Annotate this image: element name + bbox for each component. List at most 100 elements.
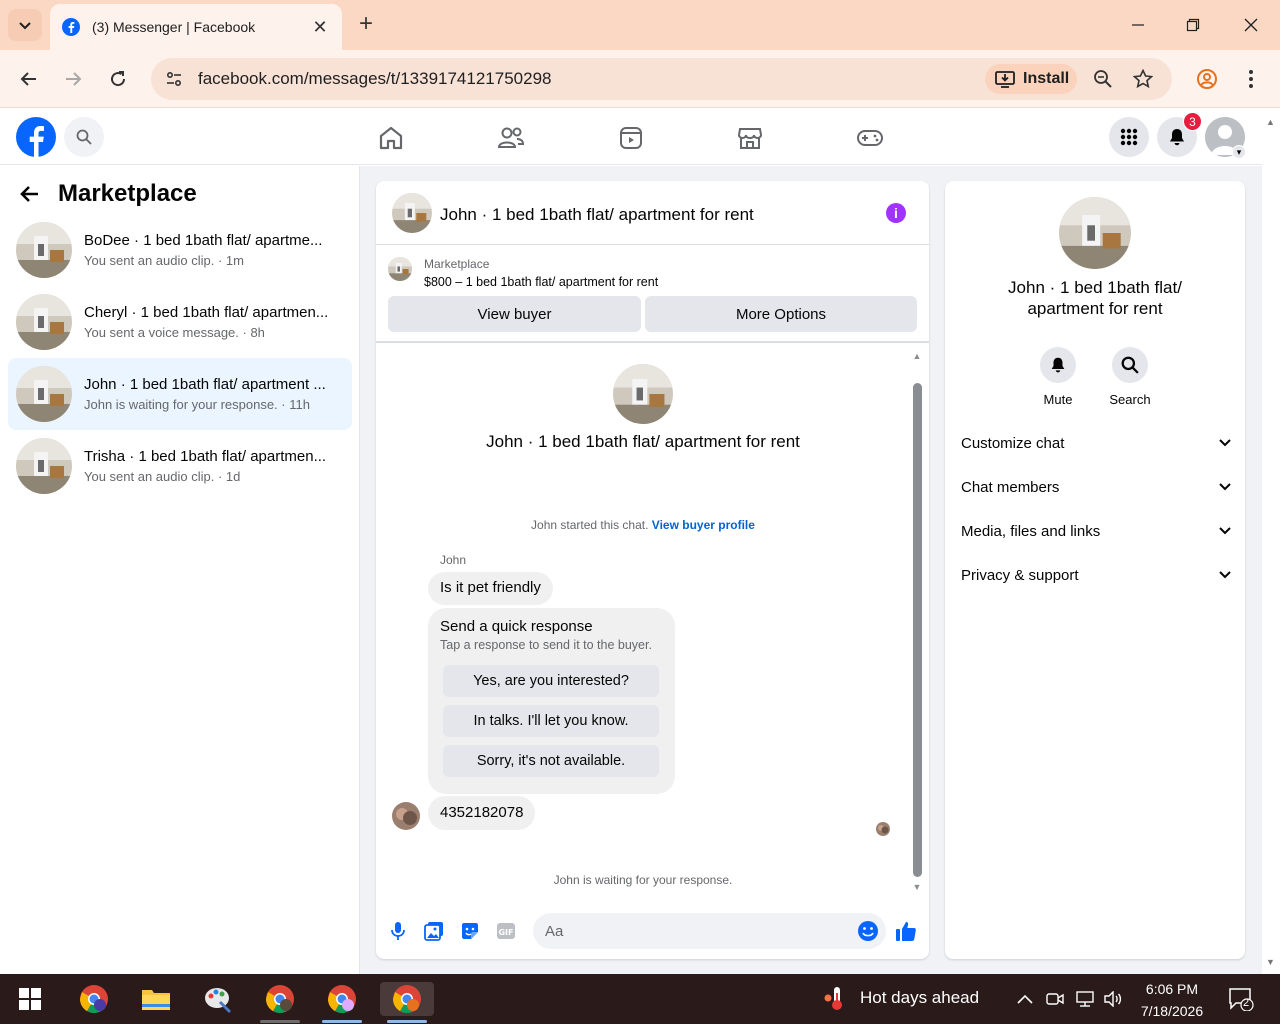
section-label: Customize chat <box>961 434 1065 452</box>
message-bubble[interactable]: Is it pet friendly <box>428 572 553 605</box>
address-bar[interactable]: facebook.com/messages/t/1339174121750298… <box>151 58 1172 100</box>
conversation-item[interactable]: Cheryl · 1 bed 1bath flat/ apartmen... Y… <box>8 286 352 358</box>
privacy-support-section[interactable]: Privacy & support <box>961 561 1231 589</box>
conversation-item[interactable]: Trisha · 1 bed 1bath flat/ apartmen... Y… <box>8 430 352 502</box>
quick-response-yes-button[interactable]: Yes, are you interested? <box>443 665 659 697</box>
folder-icon <box>142 990 170 1010</box>
back-arrow-icon[interactable] <box>20 185 40 203</box>
nav-marketplace[interactable] <box>735 123 765 153</box>
gif-button[interactable]: GIF <box>494 919 518 943</box>
friends-icon <box>497 127 525 148</box>
restore-button[interactable] <box>1178 10 1208 40</box>
taskbar-chrome-1[interactable] <box>74 982 114 1016</box>
reload-icon <box>111 71 126 87</box>
conversation-item[interactable]: BoDee · 1 bed 1bath flat/ apartme... You… <box>8 214 352 286</box>
thumbs-up-icon <box>896 922 916 941</box>
scroll-up-icon[interactable]: ▲ <box>911 351 923 361</box>
chevron-down-icon <box>1219 571 1231 579</box>
message-bubble[interactable]: 4352182078 <box>428 796 536 830</box>
conversation-snippet: You sent an audio clip. · 1d <box>84 469 241 484</box>
install-app-button[interactable]: Install <box>985 64 1077 94</box>
page-scrollbar[interactable]: ▲ ▼ <box>1262 109 1280 974</box>
notification-center-button[interactable]: 2 <box>1228 987 1254 1012</box>
clock-time: 6:06 PM <box>1145 981 1199 997</box>
tab-search-button[interactable] <box>8 9 42 41</box>
scroll-down-icon[interactable]: ▼ <box>1266 957 1275 967</box>
tab-close-icon[interactable]: ✕ <box>310 17 330 38</box>
site-settings-icon[interactable] <box>163 68 185 90</box>
taskbar-chrome-active[interactable] <box>380 982 434 1016</box>
attach-photo-button[interactable] <box>422 919 446 943</box>
taskbar-paint[interactable] <box>198 982 238 1016</box>
nav-gaming[interactable] <box>855 123 885 153</box>
network-tray-icon[interactable] <box>1074 988 1096 1010</box>
facebook-header: 3 ▾ <box>0 109 1262 165</box>
taskbar-chrome-2[interactable] <box>260 982 300 1016</box>
view-buyer-button[interactable]: View buyer <box>388 296 641 332</box>
customize-chat-section[interactable]: Customize chat <box>961 429 1231 457</box>
chrome-icon <box>328 985 356 1013</box>
taskbar-clock[interactable]: 6:06 PM 7/18/2026 <box>1130 978 1214 1022</box>
media-files-links-section[interactable]: Media, files and links <box>961 517 1231 545</box>
weather-widget[interactable]: Hot days ahead <box>822 984 979 1012</box>
bookmark-star-icon[interactable] <box>1132 68 1154 90</box>
arrow-left-icon <box>20 72 36 86</box>
volume-tray-icon[interactable] <box>1102 988 1124 1010</box>
chat-scrollbar-thumb[interactable] <box>913 383 922 877</box>
view-buyer-profile-link[interactable]: View buyer profile <box>652 518 755 532</box>
sticker-button[interactable] <box>458 919 482 943</box>
sender-avatar[interactable] <box>392 802 420 830</box>
camera-icon <box>1046 993 1064 1005</box>
scroll-up-icon[interactable]: ▲ <box>1266 117 1275 127</box>
mute-button[interactable]: Mute <box>1023 347 1093 407</box>
notification-count: 2 <box>1243 997 1250 1009</box>
chat-header-avatar[interactable] <box>392 193 432 233</box>
more-options-button[interactable]: More Options <box>645 296 917 332</box>
forward-button[interactable] <box>58 64 88 94</box>
close-window-button[interactable] <box>1236 10 1266 40</box>
video-icon <box>620 127 642 149</box>
zoom-icon[interactable] <box>1092 68 1114 90</box>
camera-tray-icon[interactable] <box>1044 988 1066 1010</box>
install-icon <box>995 71 1015 88</box>
quick-response-in-talks-button[interactable]: In talks. I'll let you know. <box>443 705 659 737</box>
nav-watch[interactable] <box>616 123 646 153</box>
menu-grid-button[interactable] <box>1109 117 1149 157</box>
emoji-button[interactable] <box>857 920 879 942</box>
started-text: John started this chat. <box>531 518 649 532</box>
new-tab-button[interactable]: + <box>354 12 378 36</box>
taskbar-file-explorer[interactable] <box>136 982 176 1016</box>
quick-response-not-available-button[interactable]: Sorry, it's not available. <box>443 745 659 777</box>
search-in-conversation-button[interactable]: Search <box>1095 347 1165 407</box>
facebook-logo-icon[interactable] <box>16 117 56 157</box>
section-label: Chat members <box>961 478 1060 496</box>
profile-menu-button[interactable] <box>1192 64 1222 94</box>
chevron-down-icon[interactable]: ▾ <box>1232 145 1246 159</box>
like-button[interactable] <box>894 919 918 943</box>
nav-friends[interactable] <box>496 123 526 153</box>
weather-text: Hot days ahead <box>860 988 980 1007</box>
message-list[interactable]: John · 1 bed 1bath flat/ apartment for r… <box>376 343 929 898</box>
message-input[interactable] <box>533 913 843 949</box>
conversation-item-active[interactable]: John · 1 bed 1bath flat/ apartment ... J… <box>8 358 352 430</box>
browser-tabstrip: (3) Messenger | Facebook ✕ + <box>0 0 1280 50</box>
browser-tab[interactable]: (3) Messenger | Facebook ✕ <box>50 4 342 50</box>
reload-button[interactable] <box>103 64 133 94</box>
voice-clip-button[interactable] <box>386 919 410 943</box>
info-icon[interactable]: i <box>886 203 906 223</box>
url-text[interactable]: facebook.com/messages/t/1339174121750298 <box>198 69 551 89</box>
minimize-button[interactable] <box>1123 10 1153 40</box>
conversation-snippet: John is waiting for your response. · 11h <box>84 397 310 412</box>
browser-menu-button[interactable] <box>1236 64 1266 94</box>
nav-home[interactable] <box>376 123 406 153</box>
show-hidden-icons-button[interactable] <box>1014 988 1036 1010</box>
taskbar-chrome-3[interactable] <box>322 982 362 1016</box>
chat-members-section[interactable]: Chat members <box>961 473 1231 501</box>
back-button[interactable] <box>14 64 44 94</box>
facebook-search-button[interactable] <box>64 117 104 157</box>
chat-title[interactable]: John · 1 bed 1bath flat/ apartment for r… <box>440 205 754 225</box>
sender-name: John <box>440 553 467 567</box>
start-button[interactable] <box>10 982 50 1016</box>
conversation-snippet: You sent a voice message. · 8h <box>84 325 265 340</box>
scroll-down-icon[interactable]: ▼ <box>911 882 923 892</box>
